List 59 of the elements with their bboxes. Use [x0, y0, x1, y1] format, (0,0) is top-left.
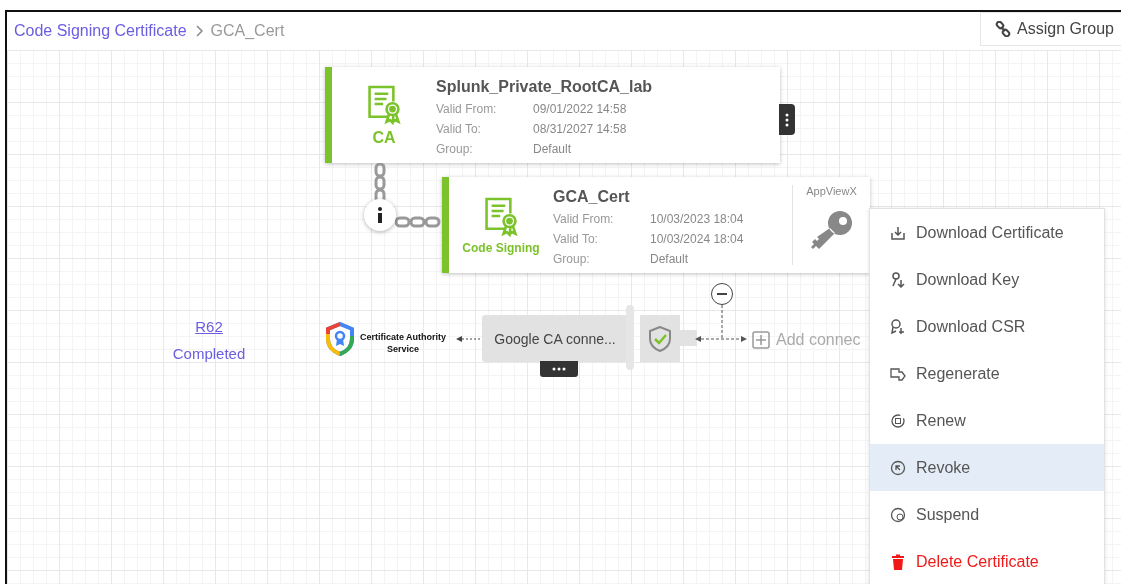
field-label: Valid From:: [436, 102, 498, 116]
menu-item[interactable]: Delete Certificate: [870, 538, 1104, 584]
trash-icon: [890, 553, 906, 570]
info-button[interactable]: [364, 199, 396, 231]
chain-icon: [395, 216, 441, 228]
connector-line: [695, 305, 747, 345]
issuer-name: AppViewX: [806, 185, 857, 197]
chevron-icon: [194, 25, 203, 37]
breadcrumb-link[interactable]: Code Signing Certificate: [14, 22, 187, 40]
field-value: 10/03/2023 18:04: [650, 212, 744, 226]
menu-item[interactable]: Download Certificate: [870, 209, 1104, 256]
certificate-type: Code Signing: [462, 241, 540, 255]
info-icon: [377, 207, 383, 223]
more-button[interactable]: [779, 104, 795, 135]
collapse-button[interactable]: [711, 283, 733, 305]
minus-icon: [717, 293, 727, 295]
certificate-type: CA: [372, 129, 396, 147]
field-value: 10/03/2024 18:04: [650, 232, 744, 246]
menu-item[interactable]: Suspend: [870, 491, 1104, 538]
node-handle[interactable]: [626, 305, 634, 370]
breadcrumb-current: GCA_Cert: [210, 22, 285, 40]
request-link[interactable]: R62: [168, 318, 250, 335]
more-icon: [552, 367, 566, 371]
ca-service-name: Certificate Authority Service: [358, 331, 448, 355]
request-status: Completed: [171, 345, 247, 362]
field-label: Group:: [436, 142, 474, 156]
certificate-icon: [484, 195, 518, 237]
menu-item[interactable]: Renew: [870, 397, 1104, 444]
connection-name: Google CA conne...: [494, 330, 616, 347]
badge-download-icon: [890, 318, 906, 335]
field-label: Valid From:: [553, 212, 615, 226]
download-icon: [890, 224, 906, 241]
arrow-icon: [456, 335, 482, 343]
assign-group-button[interactable]: Assign Group: [980, 12, 1121, 46]
key-download-icon: [890, 271, 906, 288]
renew-icon: [890, 412, 906, 429]
more-button[interactable]: [540, 361, 578, 377]
certificate-title: GCA_Cert: [553, 188, 631, 206]
link-icon: [995, 21, 1011, 37]
menu-item[interactable]: Revoke: [870, 444, 1104, 491]
certificate-title: Splunk_Private_RootCA_lab: [436, 78, 654, 96]
menu-item[interactable]: Download Key: [870, 256, 1104, 303]
more-icon: [785, 112, 789, 127]
field-label: Valid To:: [436, 122, 482, 136]
certificate-icon: [367, 83, 401, 125]
menu-item[interactable]: Regenerate: [870, 350, 1104, 397]
shield-icon: [326, 322, 354, 356]
field-label: Valid To:: [553, 232, 599, 246]
shield-check-icon: [648, 324, 672, 353]
revoke-icon: [890, 459, 906, 476]
menu-item[interactable]: Download CSR: [870, 303, 1104, 350]
plus-icon[interactable]: [752, 331, 770, 349]
field-value: Default: [650, 252, 689, 266]
field-label: Group:: [553, 252, 591, 266]
field-value: 09/01/2022 14:58: [533, 102, 627, 116]
field-value: Default: [533, 142, 572, 156]
suspend-icon: [890, 506, 906, 523]
export-icon: [890, 365, 906, 382]
field-value: 08/31/2027 14:58: [533, 122, 627, 136]
